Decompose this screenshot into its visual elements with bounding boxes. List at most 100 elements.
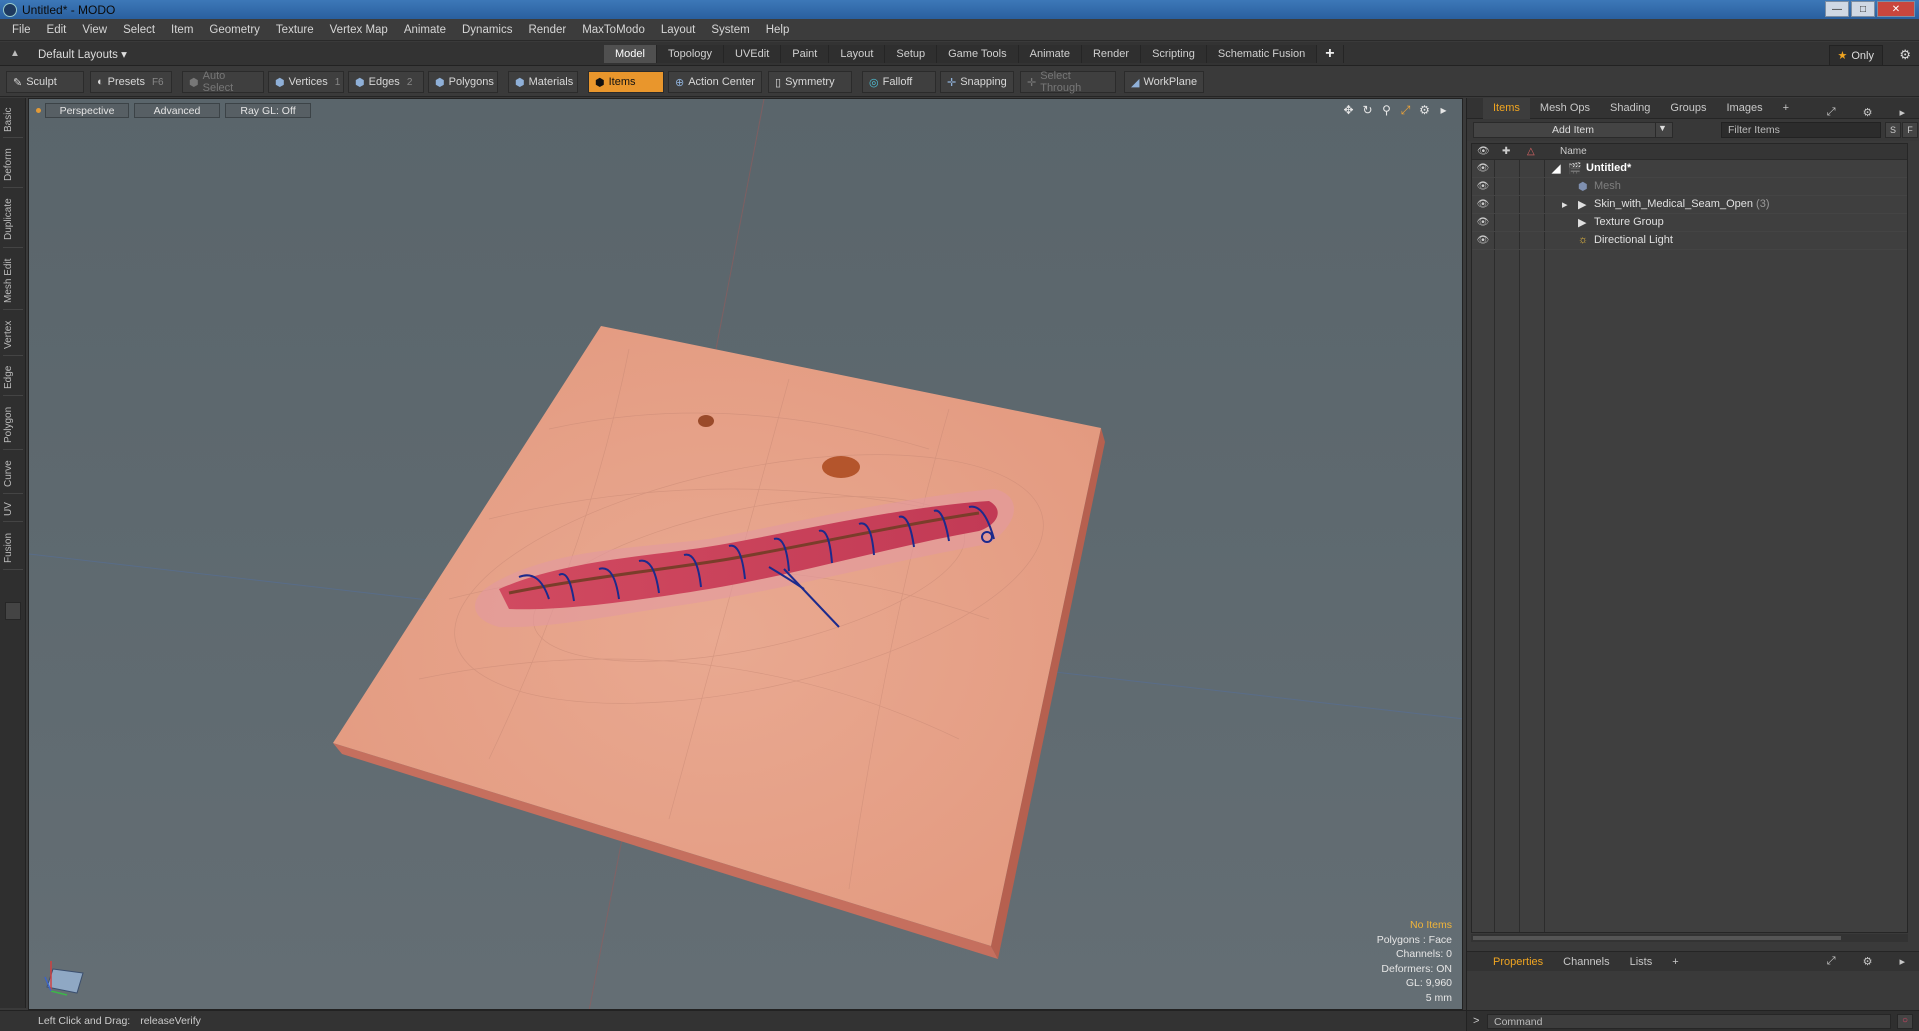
tree-row-skin-mesh[interactable]: 👁 ▸ ▶ Skin_with_Medical_Seam_Open (3)	[1472, 196, 1907, 214]
tab-lists[interactable]: Lists	[1620, 956, 1663, 968]
command-input[interactable]: Command	[1487, 1014, 1891, 1029]
eye-icon[interactable]: 👁	[1476, 217, 1490, 228]
layout-selector[interactable]: Default Layouts ▾	[38, 47, 127, 61]
filter-f-button[interactable]: F	[1902, 122, 1918, 138]
left-tab-deform[interactable]: Deform	[3, 142, 23, 188]
tree-row-texture-group[interactable]: 👁 ▶ Texture Group	[1472, 214, 1907, 232]
expand-arrow-icon[interactable]: ◢	[1552, 162, 1560, 175]
render-column-icon[interactable]: △	[1527, 146, 1535, 157]
snapping-button[interactable]: ✛ Snapping	[940, 71, 1014, 93]
menu-maxtomodo[interactable]: MaxToModo	[574, 24, 653, 36]
tab-model[interactable]: Model	[604, 45, 657, 63]
raygl-toggle[interactable]: Ray GL: Off	[225, 103, 311, 118]
tab-topology[interactable]: Topology	[656, 45, 725, 63]
workplane-button[interactable]: ◢ WorkPlane	[1124, 71, 1204, 93]
presets-button[interactable]: ◐ Presets F6	[90, 71, 172, 93]
maximize-viewport-icon[interactable]: ⤢	[1399, 103, 1412, 118]
tab-paint[interactable]: Paint	[781, 45, 830, 63]
gear-icon[interactable]: ⚙	[1899, 47, 1911, 63]
vertices-button[interactable]: ⬢ Vertices 1	[268, 71, 344, 93]
menu-animate[interactable]: Animate	[396, 24, 454, 36]
tab-uvedit[interactable]: UVEdit	[724, 45, 782, 63]
3d-viewport[interactable]: Perspective Advanced Ray GL: Off ✥ ↻ ⚲ ⤢…	[28, 98, 1463, 1010]
left-tab-vertex[interactable]: Vertex	[3, 314, 23, 356]
tab-channels[interactable]: Channels	[1553, 956, 1619, 968]
menu-help[interactable]: Help	[758, 24, 798, 36]
tab-properties[interactable]: Properties	[1483, 956, 1553, 968]
menu-layout[interactable]: Layout	[653, 24, 704, 36]
eye-icon[interactable]: 👁	[1476, 235, 1490, 246]
menu-geometry[interactable]: Geometry	[201, 24, 268, 36]
menu-dynamics[interactable]: Dynamics	[454, 24, 520, 36]
falloff-button[interactable]: ◎ Falloff	[862, 71, 936, 93]
zoom-icon[interactable]: ⚲	[1380, 103, 1393, 118]
tab-scripting[interactable]: Scripting	[1141, 45, 1207, 63]
layout-arrow-icon[interactable]: ▲	[10, 48, 20, 59]
materials-button[interactable]: ⬢ Materials	[508, 71, 578, 93]
menu-item[interactable]: Item	[163, 24, 201, 36]
tab-groups[interactable]: Groups	[1660, 98, 1716, 119]
viewport-menu-dot-icon[interactable]	[36, 108, 41, 113]
left-tab-duplicate[interactable]: Duplicate	[3, 192, 23, 248]
tree-horizontal-scrollbar[interactable]	[1471, 934, 1908, 942]
tree-row-directional-light[interactable]: 👁 ☼ Directional Light	[1472, 232, 1907, 250]
minimize-button[interactable]: —	[1825, 1, 1849, 17]
tab-images[interactable]: Images	[1717, 98, 1773, 119]
left-tab-uv[interactable]: UV	[3, 498, 23, 522]
tree-row-mesh[interactable]: 👁 ⬢ Mesh	[1472, 178, 1907, 196]
properties-arrow-icon[interactable]: ▸	[1889, 955, 1915, 968]
polygons-button[interactable]: ⬢ Polygons	[428, 71, 498, 93]
tab-layout[interactable]: Layout	[829, 45, 886, 63]
close-button[interactable]: ✕	[1877, 1, 1915, 17]
properties-gear-icon[interactable]: ⚙	[1853, 955, 1883, 968]
tab-setup[interactable]: Setup	[885, 45, 938, 63]
menu-file[interactable]: File	[4, 24, 39, 36]
left-tab-basic[interactable]: Basic	[3, 102, 23, 138]
eye-icon[interactable]: 👁	[1476, 199, 1490, 210]
left-tab-edge[interactable]: Edge	[3, 360, 23, 396]
edges-button[interactable]: ⬢ Edges 2	[348, 71, 424, 93]
add-tab-plus-icon[interactable]: +	[1317, 45, 1344, 63]
scrollbar-thumb[interactable]	[1473, 936, 1841, 940]
view-mode-dropdown[interactable]: Perspective	[45, 103, 129, 118]
tab-animate[interactable]: Animate	[1018, 45, 1082, 63]
rotate-icon[interactable]: ↻	[1361, 103, 1374, 118]
eye-icon[interactable]: 👁	[1476, 181, 1490, 192]
left-tab-toggle-button[interactable]	[5, 602, 21, 620]
viewport-settings-gear-icon[interactable]: ⚙	[1418, 103, 1431, 118]
eye-icon[interactable]: 👁	[1476, 163, 1490, 174]
search-s-button[interactable]: S	[1885, 122, 1901, 138]
select-through-button[interactable]: ✛ Select Through	[1020, 70, 1116, 94]
left-tab-fusion[interactable]: Fusion	[3, 526, 23, 570]
menu-select[interactable]: Select	[115, 24, 163, 36]
menu-texture[interactable]: Texture	[268, 24, 322, 36]
tab-items[interactable]: Items	[1483, 97, 1530, 119]
tab-render[interactable]: Render	[1081, 45, 1142, 63]
add-panel-tab-plus-icon[interactable]: +	[1773, 98, 1799, 119]
maximize-button[interactable]: □	[1851, 1, 1875, 17]
tab-game-tools[interactable]: Game Tools	[937, 45, 1019, 63]
tab-mesh-ops[interactable]: Mesh Ops	[1530, 98, 1600, 119]
menu-system[interactable]: System	[703, 24, 757, 36]
sculpt-button[interactable]: ✎ Sculpt	[6, 71, 84, 93]
left-tab-mesh-edit[interactable]: Mesh Edit	[3, 252, 23, 310]
menu-edit[interactable]: Edit	[39, 24, 75, 36]
tab-shading[interactable]: Shading	[1600, 98, 1660, 119]
menu-view[interactable]: View	[74, 24, 115, 36]
auto-select-button[interactable]: ⬢ Auto Select	[182, 70, 264, 94]
visibility-column-eye-icon[interactable]: 👁	[1477, 146, 1490, 157]
left-tab-polygon[interactable]: Polygon	[3, 400, 23, 450]
viewport-expand-arrow-icon[interactable]: ▸	[1437, 103, 1450, 118]
action-center-button[interactable]: ⊕ Action Center	[668, 71, 762, 93]
record-macro-icon[interactable]: ○	[1897, 1014, 1913, 1029]
name-column-header[interactable]: Name	[1560, 146, 1587, 157]
filter-items-input[interactable]: Filter Items	[1721, 122, 1881, 138]
properties-popout-icon[interactable]: ⤢	[1817, 955, 1846, 968]
menu-vertex-map[interactable]: Vertex Map	[322, 24, 396, 36]
left-tab-curve[interactable]: Curve	[3, 454, 23, 494]
lock-column-icon[interactable]: ✚	[1502, 146, 1510, 157]
add-properties-tab-plus-icon[interactable]: +	[1662, 956, 1688, 968]
shading-dropdown[interactable]: Advanced	[134, 103, 220, 118]
menu-render[interactable]: Render	[520, 24, 574, 36]
tab-schematic-fusion[interactable]: Schematic Fusion	[1206, 45, 1318, 63]
